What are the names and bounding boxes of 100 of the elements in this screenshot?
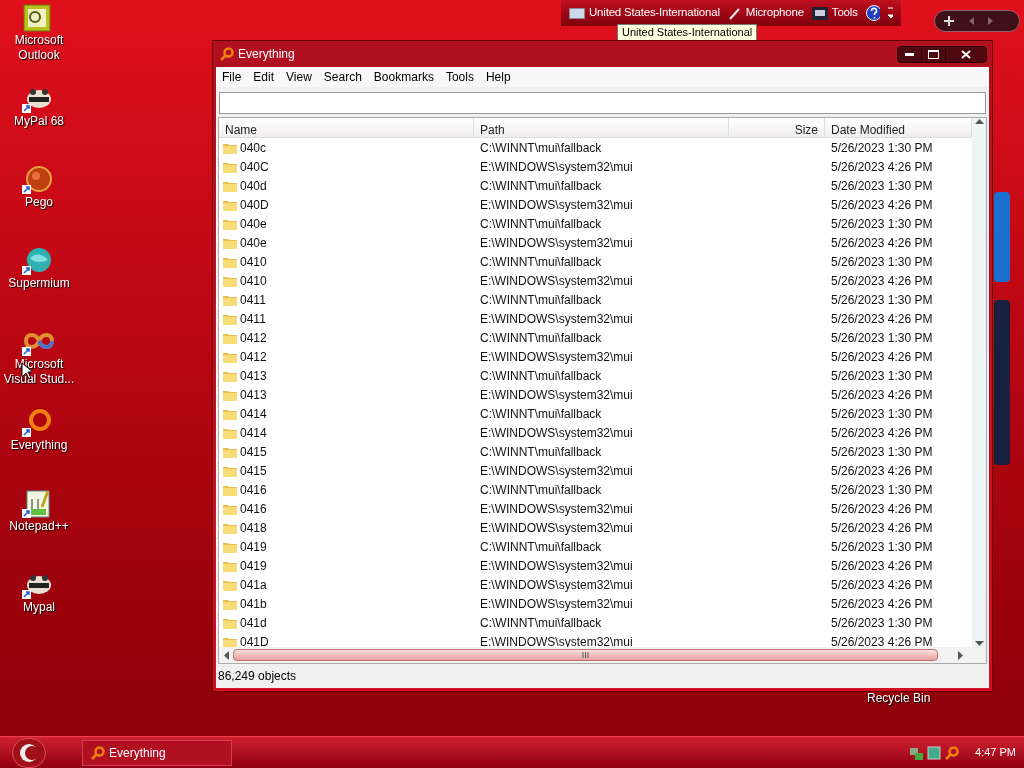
table-cell: E:\WINDOWS\system32\mui <box>480 577 633 592</box>
table-cell: 5/26/2023 4:26 PM <box>831 634 933 647</box>
table-cell: E:\WINDOWS\system32\mui <box>480 596 633 611</box>
menu-item[interactable]: View <box>280 68 318 86</box>
menu-item[interactable]: Bookmarks <box>367 68 440 86</box>
menu-item[interactable]: Edit <box>247 68 281 86</box>
table-cell: 5/26/2023 4:26 PM <box>831 273 933 288</box>
table-cell-text: 041D <box>240 633 269 647</box>
icon-label[interactable]: Everything <box>10 438 68 453</box>
table-cell-text: 0414 <box>240 405 267 423</box>
menu-item[interactable]: Tools <box>439 68 480 86</box>
table-cell: E:\WINDOWS\system32\mui <box>480 558 633 573</box>
table-cell: E:\WINDOWS\system32\mui <box>480 520 633 535</box>
table-cell-text: 041d <box>240 614 267 632</box>
table-cell: 5/26/2023 4:26 PM <box>831 558 933 573</box>
menu-item[interactable]: Help <box>479 68 517 86</box>
table-cell-text: 041a <box>240 576 267 594</box>
icon-label[interactable]: MyPal 68 <box>14 114 64 129</box>
table-cell-text: 0416 <box>240 500 267 518</box>
table-cell: C:\WINNT\mui\fallback <box>480 368 602 383</box>
table-cell: 5/26/2023 1:30 PM <box>831 406 933 421</box>
table-cell-text: 040d <box>240 177 267 195</box>
table-cell: 5/26/2023 1:30 PM <box>831 539 933 554</box>
table-cell: E:\WINDOWS\system32\mui <box>480 159 633 174</box>
icon-label[interactable]: Mypal <box>23 600 55 615</box>
table-cell: 5/26/2023 1:30 PM <box>831 140 933 155</box>
table-cell: 5/26/2023 1:30 PM <box>831 330 933 345</box>
column-header[interactable]: Path <box>474 118 729 137</box>
table-cell-text: 0410 <box>240 272 267 290</box>
table-cell: 5/26/2023 1:30 PM <box>831 216 933 231</box>
tools-button[interactable]: Tools <box>831 4 858 22</box>
table-cell: E:\WINDOWS\system32\mui <box>480 273 633 288</box>
table-cell-text: 041b <box>240 595 267 613</box>
icon-label[interactable]: Recycle Bin <box>867 689 931 707</box>
table-cell: E:\WINDOWS\system32\mui <box>480 235 633 250</box>
icon-label[interactable]: Supermium <box>8 276 70 291</box>
table-cell: 5/26/2023 4:26 PM <box>831 501 933 516</box>
table-cell: 5/26/2023 1:30 PM <box>831 444 933 459</box>
table-cell-text: 0411 <box>240 291 266 309</box>
language-button[interactable]: United States-International <box>589 4 720 22</box>
table-cell: E:\WINDOWS\system32\mui <box>480 425 633 440</box>
table-cell: C:\WINNT\mui\fallback <box>480 292 602 307</box>
table-cell: 5/26/2023 1:30 PM <box>831 254 933 269</box>
column-header[interactable]: Size <box>729 118 825 137</box>
icon-label[interactable]: Pego <box>25 195 53 210</box>
table-cell: 5/26/2023 4:26 PM <box>831 520 933 535</box>
table-cell-text: 0418 <box>240 519 267 537</box>
table-cell: C:\WINNT\mui\fallback <box>480 615 602 630</box>
table-cell: 5/26/2023 1:30 PM <box>831 292 933 307</box>
table-cell: C:\WINNT\mui\fallback <box>480 330 602 345</box>
table-cell-text: 0415 <box>240 462 267 480</box>
menu-item[interactable]: File <box>216 68 248 86</box>
table-cell-text: 040C <box>240 158 269 176</box>
table-cell: C:\WINNT\mui\fallback <box>480 254 602 269</box>
table-cell: E:\WINDOWS\system32\mui <box>480 197 633 212</box>
table-cell: E:\WINDOWS\system32\mui <box>480 501 633 516</box>
table-cell: E:\WINDOWS\system32\mui <box>480 349 633 364</box>
table-cell: E:\WINDOWS\system32\mui <box>480 387 633 402</box>
column-header[interactable]: Name <box>219 118 474 137</box>
table-cell-text: 0413 <box>240 367 267 385</box>
table-cell: 5/26/2023 4:26 PM <box>831 197 933 212</box>
table-cell-text: 040e <box>240 215 267 233</box>
table-cell: C:\WINNT\mui\fallback <box>480 140 602 155</box>
table-cell-text: 040D <box>240 196 269 214</box>
table-cell: 5/26/2023 1:30 PM <box>831 178 933 193</box>
taskbar-button[interactable]: Everything <box>82 739 232 766</box>
table-cell-text: 0419 <box>240 557 267 575</box>
table-cell: 5/26/2023 1:30 PM <box>831 368 933 383</box>
icon-label[interactable]: Microsoft Outlook <box>0 33 78 63</box>
table-cell: 5/26/2023 4:26 PM <box>831 425 933 440</box>
table-cell: C:\WINNT\mui\fallback <box>480 444 602 459</box>
table-cell: 5/26/2023 4:26 PM <box>831 577 933 592</box>
table-cell-text: 0419 <box>240 538 267 556</box>
table-cell-text: 040e <box>240 234 267 252</box>
table-cell: 5/26/2023 4:26 PM <box>831 311 933 326</box>
table-cell-text: 0416 <box>240 481 267 499</box>
table-cell: C:\WINNT\mui\fallback <box>480 539 602 554</box>
table-cell: 5/26/2023 1:30 PM <box>831 615 933 630</box>
microphone-button[interactable]: Microphone <box>745 4 804 22</box>
icon-label[interactable]: Notepad++ <box>9 519 69 534</box>
table-cell: E:\WINDOWS\system32\mui <box>480 311 633 326</box>
clock: 4:47 PM <box>975 745 1016 761</box>
table-cell-text: 040c <box>240 139 267 157</box>
table-cell: 5/26/2023 4:26 PM <box>831 235 933 250</box>
menu-item[interactable]: Search <box>317 68 368 86</box>
table-cell-text: 0412 <box>240 329 267 347</box>
table-cell: 5/26/2023 4:26 PM <box>831 159 933 174</box>
table-cell: 5/26/2023 1:30 PM <box>831 482 933 497</box>
table-cell: C:\WINNT\mui\fallback <box>480 178 602 193</box>
status-text: 86,249 objects <box>218 668 297 685</box>
table-cell: C:\WINNT\mui\fallback <box>480 482 602 497</box>
icon-label[interactable]: Microsoft Visual Stud... <box>0 357 78 387</box>
table-cell: C:\WINNT\mui\fallback <box>480 406 602 421</box>
table-cell-text: 0412 <box>240 348 267 366</box>
table-cell-text: 0414 <box>240 424 267 442</box>
table-cell: 5/26/2023 4:26 PM <box>831 596 933 611</box>
table-cell: 5/26/2023 4:26 PM <box>831 463 933 478</box>
window-title: Everything <box>238 46 295 63</box>
table-cell: 5/26/2023 4:26 PM <box>831 349 933 364</box>
table-cell-text: 0413 <box>240 386 267 404</box>
